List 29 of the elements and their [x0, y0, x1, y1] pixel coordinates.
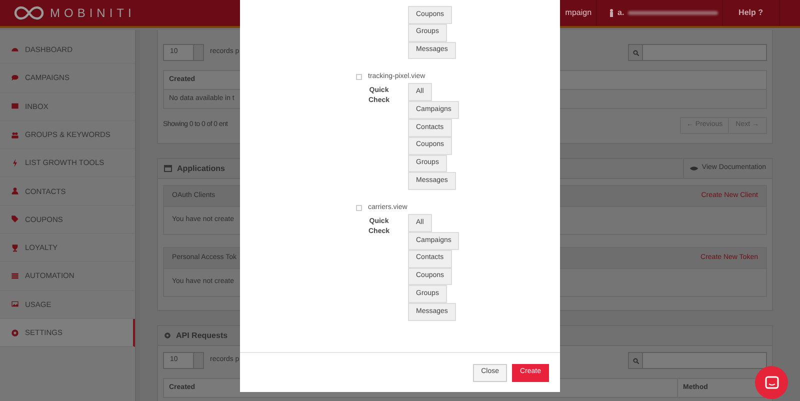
- people-icon: [11, 130, 19, 139]
- trophy-icon: [11, 244, 19, 252]
- help-link[interactable]: Help ?: [722, 0, 780, 26]
- list-icon: [11, 272, 19, 280]
- chat-icon: [764, 376, 778, 389]
- checkbox[interactable]: [356, 205, 362, 212]
- panel-title: API Requests: [176, 330, 228, 342]
- panel-title: Applications: [177, 162, 226, 174]
- window-icon: [164, 165, 172, 172]
- search-field[interactable]: [628, 44, 767, 61]
- image-icon: [11, 300, 19, 308]
- lightning-icon: [11, 158, 19, 167]
- person-icon: [11, 187, 19, 196]
- dashboard-icon: [11, 46, 19, 54]
- eye-icon: [690, 166, 698, 171]
- user-menu[interactable]: a.: [596, 0, 723, 26]
- checkbox[interactable]: [356, 74, 362, 80]
- search-icon: [632, 358, 638, 364]
- search-icon: [632, 50, 638, 56]
- search-field[interactable]: [628, 352, 767, 369]
- logo-text: MOBINITI: [50, 5, 136, 22]
- nav-link[interactable]: mpaign: [565, 7, 592, 19]
- settings-icon: [11, 328, 19, 337]
- person-icon: [608, 9, 614, 17]
- logo-icon: [14, 6, 44, 20]
- settings-icon: [164, 332, 171, 339]
- chat-button[interactable]: [755, 366, 788, 399]
- speech-bubble-icon: [11, 74, 19, 82]
- tag-icon: [11, 215, 19, 224]
